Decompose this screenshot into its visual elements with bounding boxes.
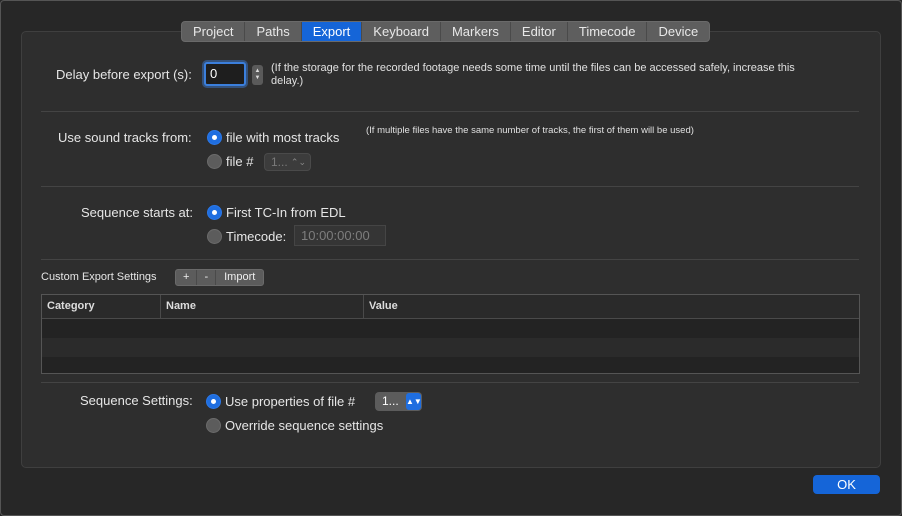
timecode-input[interactable]: 10:00:00:00 bbox=[294, 225, 386, 246]
table-row[interactable] bbox=[42, 319, 859, 338]
tab-timecode[interactable]: Timecode bbox=[568, 22, 648, 41]
divider bbox=[41, 186, 859, 187]
table-row[interactable] bbox=[42, 357, 859, 376]
delay-stepper[interactable]: ▲ ▼ bbox=[252, 65, 263, 85]
radio-first-tc-label[interactable]: First TC-In from EDL bbox=[226, 205, 346, 220]
radio-use-properties[interactable] bbox=[206, 394, 221, 409]
column-header-value[interactable]: Value bbox=[364, 295, 859, 318]
import-button[interactable]: Import bbox=[216, 270, 263, 285]
chevron-down-icon[interactable]: ▼ bbox=[255, 75, 261, 82]
table-row[interactable] bbox=[42, 338, 859, 357]
delay-label: Delay before export (s): bbox=[56, 67, 192, 82]
chevron-updown-icon: ⌃⌄ bbox=[290, 157, 306, 167]
divider bbox=[41, 382, 859, 383]
sound-tracks-label: Use sound tracks from: bbox=[58, 130, 192, 145]
custom-settings-buttons: + - Import bbox=[175, 269, 265, 286]
add-setting-button[interactable]: + bbox=[176, 270, 198, 285]
sequence-start-label: Sequence starts at: bbox=[81, 205, 194, 220]
custom-settings-table[interactable]: Category Name Value bbox=[41, 294, 860, 374]
radio-most-tracks[interactable] bbox=[207, 130, 222, 145]
chevron-up-icon[interactable]: ▲ bbox=[255, 68, 261, 75]
column-header-name[interactable]: Name bbox=[161, 295, 364, 318]
tab-project[interactable]: Project bbox=[182, 22, 246, 41]
sound-file-popup-value: 1... bbox=[271, 155, 288, 169]
tab-markers[interactable]: Markers bbox=[441, 22, 511, 41]
tab-device[interactable]: Device bbox=[647, 22, 709, 41]
delay-input[interactable]: 0 bbox=[204, 62, 246, 86]
ok-button[interactable]: OK bbox=[813, 475, 880, 494]
chevron-updown-icon: ▲▼ bbox=[406, 393, 422, 410]
sequence-settings-label: Sequence Settings: bbox=[80, 393, 193, 408]
tab-export[interactable]: Export bbox=[301, 22, 363, 41]
custom-settings-label: Custom Export Settings bbox=[41, 271, 157, 283]
radio-first-tc[interactable] bbox=[207, 205, 222, 220]
radio-file-number-label[interactable]: file # bbox=[226, 154, 253, 169]
divider bbox=[41, 259, 859, 260]
remove-setting-button[interactable]: - bbox=[197, 270, 217, 285]
column-header-category[interactable]: Category bbox=[42, 295, 161, 318]
sound-file-popup[interactable]: 1... ⌃⌄ bbox=[264, 153, 311, 171]
radio-timecode-label[interactable]: Timecode: bbox=[226, 229, 286, 244]
sequence-file-popup[interactable]: 1... ▲▼ bbox=[375, 392, 422, 411]
tab-keyboard[interactable]: Keyboard bbox=[362, 22, 441, 41]
sequence-file-popup-value: 1... bbox=[382, 394, 399, 408]
delay-note: (If the storage for the recorded footage… bbox=[271, 62, 795, 87]
radio-timecode[interactable] bbox=[207, 229, 222, 244]
radio-file-number[interactable] bbox=[207, 154, 222, 169]
tab-editor[interactable]: Editor bbox=[511, 22, 568, 41]
radio-override-settings[interactable] bbox=[206, 418, 221, 433]
tab-bar: Project Paths Export Keyboard Markers Ed… bbox=[181, 21, 711, 42]
radio-use-properties-label[interactable]: Use properties of file # bbox=[225, 394, 355, 409]
radio-override-settings-label[interactable]: Override sequence settings bbox=[225, 418, 383, 433]
divider bbox=[41, 111, 859, 112]
table-header: Category Name Value bbox=[42, 295, 859, 319]
radio-most-tracks-label[interactable]: file with most tracks bbox=[226, 130, 339, 145]
tab-paths[interactable]: Paths bbox=[245, 22, 302, 41]
sound-tracks-note: (If multiple files have the same number … bbox=[366, 125, 694, 136]
